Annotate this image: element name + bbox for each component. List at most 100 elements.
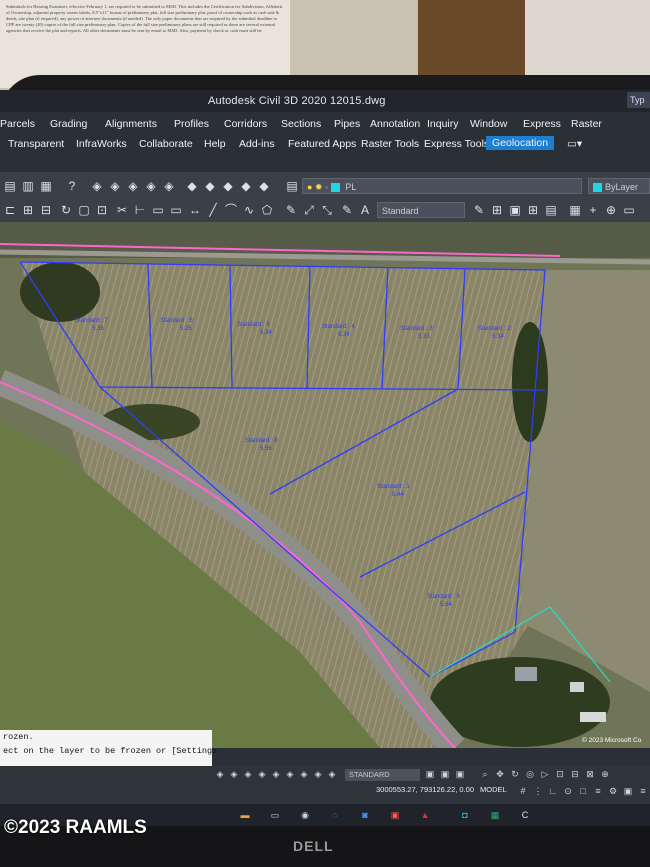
zoom-icon[interactable]: ⌕ [480,769,490,779]
regen-icon[interactable]: ⊕ [600,769,610,779]
move-icon[interactable]: ↔ [188,203,202,217]
menu-raster[interactable]: Raster [571,118,602,130]
menu-alignments[interactable]: Alignments [105,118,157,130]
polar-toggle-icon[interactable]: ⊙ [563,786,573,796]
command-line[interactable]: rozen. ect on the layer to be frozen or … [0,730,217,770]
layer-merge-icon[interactable]: ◆ [257,179,271,193]
menu-transparent[interactable]: Transparent [8,138,64,150]
layer-tool-icon[interactable]: ◈ [90,179,104,193]
app-icon[interactable]: ▣ [390,810,400,820]
acrobat-icon[interactable]: ▲ [420,810,430,820]
parcel-label[interactable]: Standard : 5 [237,322,270,328]
outlook-icon[interactable]: ◘ [460,810,470,820]
workspace-toggle-icon[interactable]: ⚙ [608,786,618,796]
task-view-icon[interactable]: ▭ [270,810,280,820]
hatch-icon[interactable]: ▦ [568,203,582,217]
layer-states-icon[interactable]: ◈ [108,179,122,193]
osnap-toggle-icon[interactable]: □ [578,786,588,796]
osnap-icon[interactable]: ⊕ [604,203,618,217]
parcel-label[interactable]: Standard : 2 [478,326,511,332]
lock-status-icon[interactable]: ◈ [257,769,267,779]
store-icon[interactable]: ◙ [360,810,370,820]
customize-icon[interactable]: ≡ [638,786,648,796]
pan-icon[interactable]: ✥ [495,769,505,779]
pencil-icon[interactable]: ✎ [472,203,486,217]
calculator-icon[interactable]: ▦ [39,179,53,193]
layer-off-icon[interactable]: ◆ [203,179,217,193]
snap-icon[interactable]: + [586,203,600,217]
zoom-window-icon[interactable]: ⊏ [3,203,17,217]
layer-lock-icon[interactable]: ◆ [221,179,235,193]
menu-parcels[interactable]: Parcels [0,118,35,130]
text-icon[interactable]: A [358,203,372,217]
model-space-button[interactable]: MODEL [480,785,507,794]
layer-off-status-icon[interactable]: ◈ [229,769,239,779]
ortho-toggle-icon[interactable]: ∟ [548,786,558,796]
zoom-window-status-icon[interactable]: ⊟ [570,769,580,779]
zoom-prev-icon[interactable]: ⊠ [585,769,595,779]
dim-style-icon[interactable]: ▣ [425,769,435,779]
new-icon[interactable]: ▤ [3,179,17,193]
layer-match-icon[interactable]: ◆ [239,179,253,193]
zoom-extents-icon[interactable]: ⊡ [555,769,565,779]
annot-icon[interactable]: ▣ [440,769,450,779]
array-icon[interactable]: ⊟ [39,203,53,217]
menu-featured-apps[interactable]: Featured Apps [288,138,356,150]
menu-express[interactable]: Express [523,118,561,130]
menu-geolocation[interactable]: Geolocation [486,136,555,150]
chat-icon[interactable]: ◉ [300,810,310,820]
parcel-label[interactable]: Standard : 7 [75,318,108,324]
layer-copy-icon[interactable]: ◈ [126,179,140,193]
menu-collaborate[interactable]: Collaborate [139,138,193,150]
break-icon[interactable]: ▭ [151,203,165,217]
layer-icon[interactable]: ◈ [215,769,225,779]
rotate-icon[interactable]: ↻ [59,203,73,217]
menu-add-ins[interactable]: Add-ins [239,138,275,150]
scale-icon[interactable]: ▢ [77,203,91,217]
dimension-icon[interactable]: ⤢ [302,203,316,217]
open-icon[interactable]: ▥ [21,179,35,193]
edge-icon[interactable]: ◌ [330,810,340,820]
menu-inquiry[interactable]: Inquiry [427,118,459,130]
lineweight-toggle-icon[interactable]: ≡ [593,786,603,796]
grid-toggle-icon[interactable]: # [518,786,528,796]
line-icon[interactable]: ╱ [206,203,220,217]
menu-help[interactable]: Help [204,138,226,150]
trim-icon[interactable]: ✂ [115,203,129,217]
edit-text-icon[interactable]: ✎ [340,203,354,217]
mleader-icon[interactable]: ▣ [455,769,465,779]
extend-icon[interactable]: ⊢ [133,203,147,217]
polygon-icon[interactable]: ⬠ [260,203,274,217]
menu-annotation[interactable]: Annotation [370,118,420,130]
parcel-label[interactable]: Standard : 3 [400,326,433,332]
showmotion-icon[interactable]: ▷ [540,769,550,779]
layer-walk-status-icon[interactable]: ◈ [313,769,323,779]
help-icon[interactable]: ? [65,179,79,193]
layer-freeze-icon[interactable]: ◆ [185,179,199,193]
menu-raster-tools[interactable]: Raster Tools [361,138,419,150]
file-explorer-icon[interactable]: ▬ [240,810,250,820]
steering-icon[interactable]: ◎ [525,769,535,779]
leader-icon[interactable]: ⤡ [320,203,334,217]
menu-pipes[interactable]: Pipes [334,118,360,130]
search-type-box[interactable]: Typ [627,92,650,108]
parcel-label[interactable]: Standard : 6 [160,318,193,324]
orbit-icon[interactable]: ↻ [510,769,520,779]
view-icon[interactable]: ▭ [622,203,636,217]
menu-infraworks[interactable]: InfraWorks [76,138,127,150]
annotation-scale-icon[interactable]: ▣ [623,786,633,796]
text-style-dropdown[interactable]: Standard [377,202,465,218]
layer-dropdown[interactable]: ● ✹ ▫ PL [302,178,582,194]
unfreeze-status-icon[interactable]: ◈ [285,769,295,779]
layer-properties-icon[interactable]: ▤ [285,179,299,193]
workspace-icon[interactable]: ▭▾ [567,138,582,150]
match-properties-icon[interactable]: ✎ [284,203,298,217]
menu-profiles[interactable]: Profiles [174,118,209,130]
freeze-status-icon[interactable]: ◈ [243,769,253,779]
parcel-label[interactable]: Standard : 9 [427,594,460,600]
join-icon[interactable]: ▭ [169,203,183,217]
parcel-label[interactable]: Standard : 4 [322,324,355,330]
menu-sections[interactable]: Sections [281,118,321,130]
insert-icon[interactable]: ⊞ [526,203,540,217]
arc-icon[interactable]: ⌒ [224,203,238,217]
